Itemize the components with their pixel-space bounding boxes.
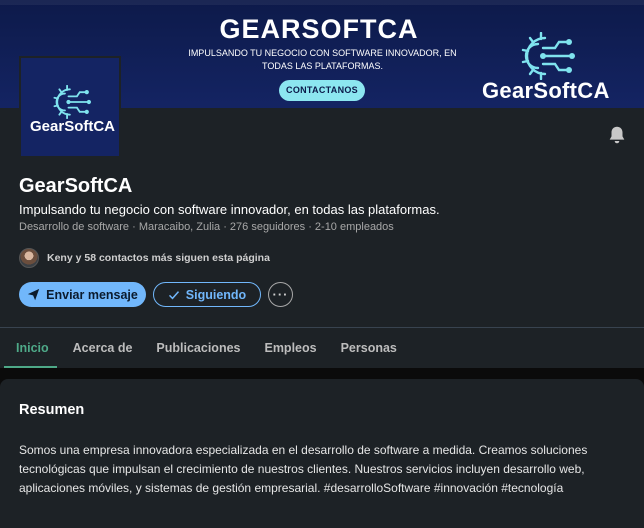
tab-empleos[interactable]: Empleos xyxy=(252,328,328,368)
summary-section: Resumen Somos una empresa innovadora esp… xyxy=(0,379,644,528)
more-options-button[interactable]: ··· xyxy=(268,282,293,307)
tab-personas[interactable]: Personas xyxy=(329,328,409,368)
check-icon xyxy=(168,289,180,301)
company-meta: Desarrollo de software · Maracaibo, Zuli… xyxy=(19,221,394,233)
company-name: GearSoftCA xyxy=(19,175,133,197)
banner-contact-button: CONTACTANOS xyxy=(279,80,365,101)
following-button[interactable]: Siguiendo xyxy=(153,282,261,307)
tab-inicio[interactable]: Inicio xyxy=(0,328,61,368)
send-message-button[interactable]: Enviar mensaje xyxy=(19,282,146,307)
connections-text: Keny y 58 contactos más siguen esta pági… xyxy=(47,252,270,264)
company-header-card: GEARSOFTCA IMPULSANDO TU NEGOCIO CON SOF… xyxy=(0,0,644,368)
summary-body: Somos una empresa innovadora especializa… xyxy=(19,443,588,495)
send-icon xyxy=(27,288,40,301)
gear-circuit-icon xyxy=(521,32,575,80)
summary-title: Resumen xyxy=(19,402,85,418)
company-logo[interactable]: GearSoftCA xyxy=(19,56,121,158)
avatar xyxy=(19,248,39,268)
tab-publicaciones[interactable]: Publicaciones xyxy=(144,328,252,368)
banner-top-strip xyxy=(0,0,644,5)
company-tagline: Impulsando tu negocio con software innov… xyxy=(19,202,440,217)
banner-subtitle: IMPULSANDO TU NEGOCIO CON SOFTWARE INNOV… xyxy=(188,48,457,71)
page-tabs: Inicio Acerca de Publicaciones Empleos P… xyxy=(0,328,644,368)
gear-circuit-icon xyxy=(53,85,91,119)
followers-connections[interactable]: Keny y 58 contactos más siguen esta pági… xyxy=(19,248,270,268)
tab-acerca-de[interactable]: Acerca de xyxy=(61,328,145,368)
company-logo-text: GearSoftCA xyxy=(30,118,116,135)
banner-logo-text: GearSoftCA xyxy=(482,78,610,103)
send-message-label: Enviar mensaje xyxy=(46,287,138,302)
following-label: Siguiendo xyxy=(185,287,247,302)
bell-icon[interactable] xyxy=(606,124,628,146)
